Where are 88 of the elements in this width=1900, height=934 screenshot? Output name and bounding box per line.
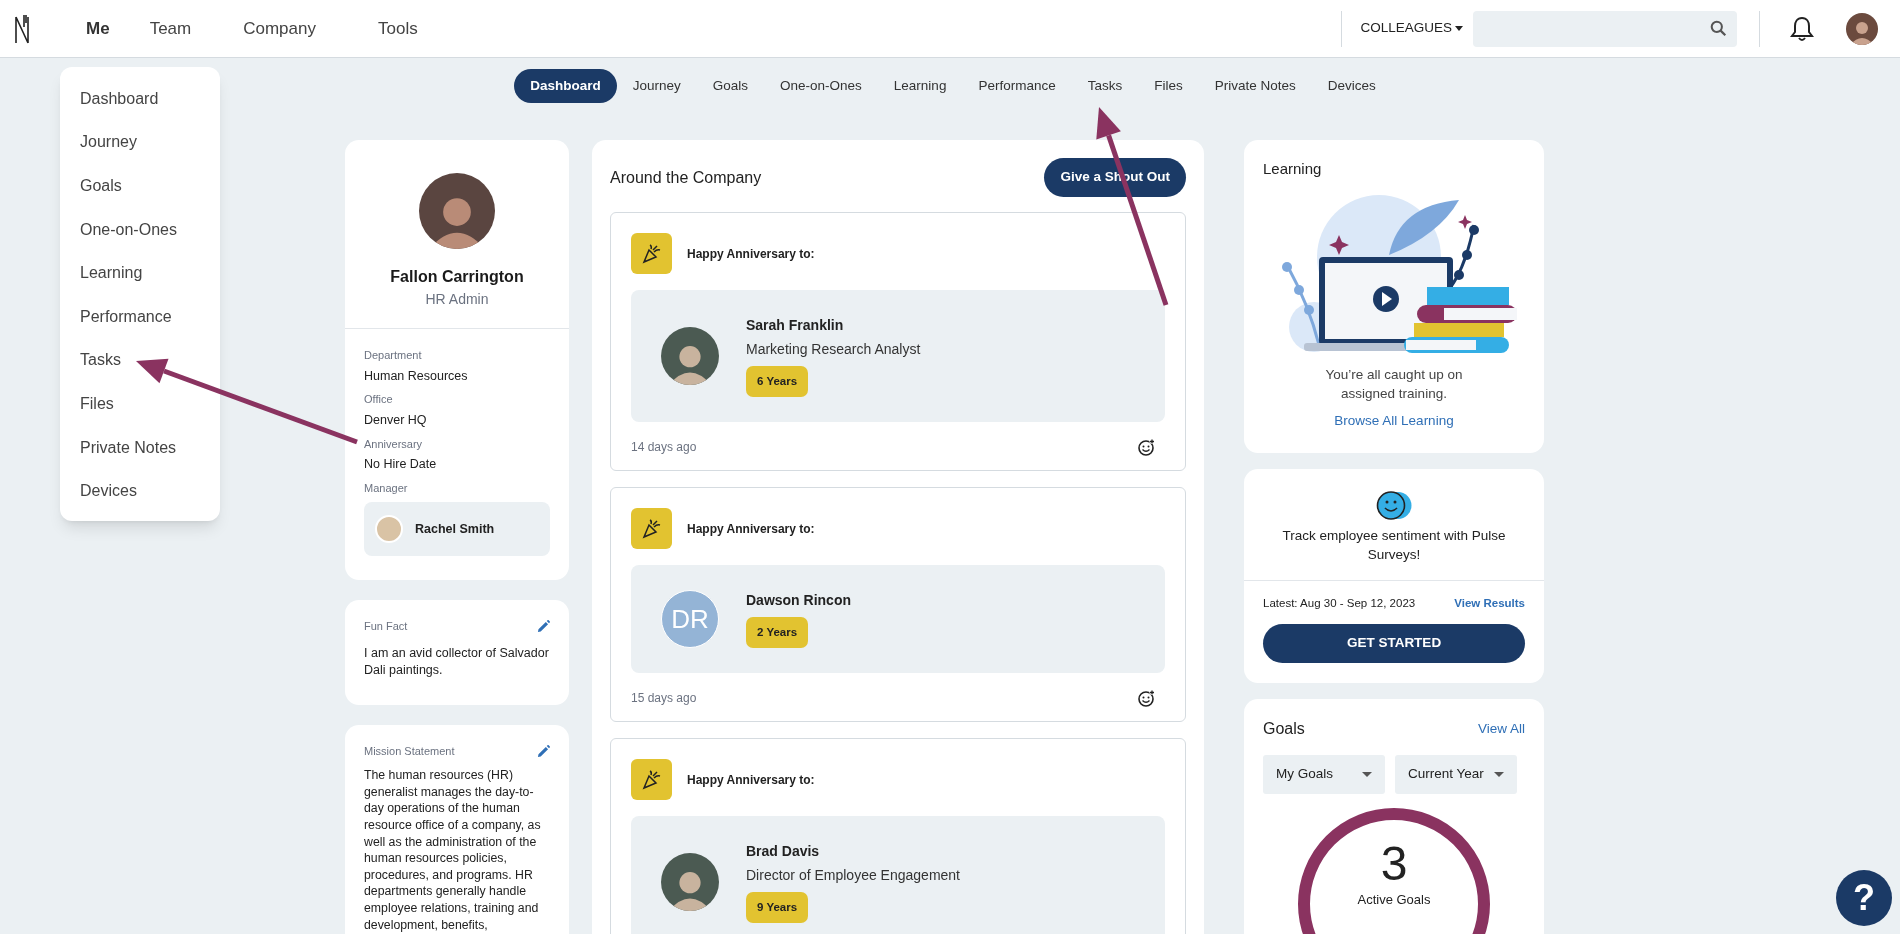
manager-avatar bbox=[375, 515, 403, 544]
view-all-link[interactable]: View All bbox=[1477, 718, 1525, 740]
pulse-message: Track employee sentiment with Pulse Surveys! bbox=[1281, 526, 1507, 564]
mission-statement-label: Mission Statement bbox=[364, 743, 455, 759]
help-button[interactable]: ? bbox=[1836, 870, 1892, 926]
top-nav-tab[interactable]: Company bbox=[223, 15, 336, 42]
field-value: Human Resources bbox=[364, 367, 468, 385]
notifications-bell-icon[interactable] bbox=[1790, 15, 1814, 42]
person-role: Marketing Research Analyst bbox=[746, 340, 921, 359]
user-avatar[interactable] bbox=[1846, 12, 1878, 45]
menu-item[interactable]: Goals bbox=[80, 164, 122, 208]
view-results-link[interactable]: View Results bbox=[1454, 594, 1525, 612]
caret-icon bbox=[1494, 772, 1504, 777]
page-tab[interactable]: Private Notes bbox=[1198, 69, 1312, 103]
person-role: Director of Employee Engagement bbox=[746, 866, 960, 885]
post-heading: Happy Anniversary to: bbox=[687, 520, 815, 538]
search-icon[interactable] bbox=[1710, 20, 1727, 37]
celebration-icon bbox=[631, 508, 672, 549]
mission-statement-text: The human resources (HR) generalist manages the day-to-day operations of the human resource office of a company, as well as the administration of the human resources policies, procedures, and programs. HR departments generally handle employee relations, training and development, benefits, bbox=[364, 767, 542, 934]
field-label: Department bbox=[364, 348, 422, 363]
menu-item[interactable]: Journey bbox=[80, 120, 137, 165]
fun-fact-label: Fun Fact bbox=[364, 619, 408, 635]
person-name: Sarah Franklin bbox=[746, 316, 844, 335]
feed-title: Around the Company bbox=[610, 167, 762, 188]
fun-fact-text: I am an avid collector of Salvador Dali paintings. bbox=[364, 644, 550, 679]
learning-message: You’re all caught up on assigned training. bbox=[1324, 365, 1464, 403]
person-name: Dawson Rincon bbox=[746, 591, 851, 610]
search-field[interactable] bbox=[1473, 10, 1737, 47]
goals-title: Goals bbox=[1263, 719, 1305, 739]
page-tab[interactable]: One-on-Ones bbox=[764, 69, 878, 103]
photo-placeholder bbox=[661, 327, 719, 385]
page-tab[interactable]: Files bbox=[1138, 69, 1199, 103]
top-nav-tab[interactable]: Me bbox=[66, 15, 130, 42]
top-nav-tab[interactable]: Tools bbox=[357, 15, 438, 42]
menu-item[interactable]: Learning bbox=[80, 251, 143, 295]
celebration-icon bbox=[631, 759, 672, 800]
post-time: 14 days ago bbox=[631, 439, 697, 456]
manager-card[interactable]: Rachel Smith bbox=[364, 502, 550, 557]
edit-pencil-icon[interactable] bbox=[537, 744, 550, 758]
post-time: 15 days ago bbox=[631, 690, 697, 707]
latest-survey-dates: Latest: Aug 30 - Sep 12, 2023 bbox=[1263, 595, 1416, 611]
edit-pencil-icon[interactable] bbox=[537, 620, 550, 633]
menu-item[interactable]: Tasks bbox=[80, 338, 121, 383]
field-label: Manager bbox=[364, 480, 408, 496]
get-started-button[interactable]: GET STARTED bbox=[1263, 624, 1525, 663]
years-badge: 9 Years bbox=[746, 892, 809, 923]
page-tab[interactable]: Tasks bbox=[1071, 69, 1139, 103]
profile-name: Fallon Carrington bbox=[390, 267, 524, 287]
logo-icon[interactable] bbox=[14, 12, 30, 45]
menu-item[interactable]: Devices bbox=[80, 469, 137, 513]
celebration-icon bbox=[631, 233, 672, 274]
page-tab[interactable]: Performance bbox=[962, 69, 1072, 103]
top-nav-tab[interactable]: Team bbox=[129, 15, 212, 42]
field-value: Denver HQ bbox=[364, 411, 427, 429]
active-goals-label: Active Goals bbox=[1357, 891, 1431, 909]
menu-item[interactable]: Files bbox=[80, 382, 114, 426]
menu-item[interactable]: One-on-Ones bbox=[80, 207, 177, 252]
caret-icon bbox=[1455, 26, 1463, 31]
add-reaction-icon[interactable] bbox=[1138, 689, 1155, 707]
years-badge: 6 Years bbox=[746, 366, 809, 397]
learning-title: Learning bbox=[1263, 159, 1322, 179]
photo-placeholder bbox=[661, 853, 719, 911]
page-tab[interactable]: Learning bbox=[877, 69, 963, 103]
goals-filter-dropdown[interactable]: My Goals bbox=[1263, 755, 1385, 794]
profile-job-title: HR Admin bbox=[425, 290, 489, 309]
browse-all-learning-link[interactable]: Browse All Learning bbox=[1334, 410, 1454, 431]
person-name: Brad Davis bbox=[746, 842, 820, 861]
page-tab[interactable]: Devices bbox=[1311, 69, 1392, 103]
menu-item[interactable]: Performance bbox=[80, 294, 172, 339]
post-heading: Happy Anniversary to: bbox=[687, 771, 815, 789]
menu-item[interactable]: Dashboard bbox=[80, 77, 159, 121]
page-tab[interactable]: Journey bbox=[616, 69, 697, 103]
smiley-faces-icon bbox=[1375, 490, 1413, 520]
page-tab[interactable]: Dashboard bbox=[514, 69, 617, 103]
active-goals-count: 3 bbox=[1380, 838, 1408, 890]
caret-icon bbox=[1362, 772, 1372, 777]
goals-filter-dropdown[interactable]: Current Year bbox=[1395, 755, 1517, 794]
add-reaction-icon[interactable] bbox=[1138, 438, 1155, 456]
post-heading: Happy Anniversary to: bbox=[687, 245, 815, 263]
field-label: Office bbox=[364, 392, 393, 408]
field-label: Anniversary bbox=[364, 436, 423, 452]
initials-avatar: DR bbox=[661, 590, 719, 648]
field-value: No Hire Date bbox=[364, 456, 437, 473]
page-tab[interactable]: Goals bbox=[696, 69, 765, 103]
menu-item[interactable]: Private Notes bbox=[80, 425, 177, 470]
colleagues-dropdown[interactable]: COLLEAGUES bbox=[1360, 18, 1463, 39]
manager-name: Rachel Smith bbox=[415, 520, 495, 538]
years-badge: 2 Years bbox=[746, 617, 809, 648]
